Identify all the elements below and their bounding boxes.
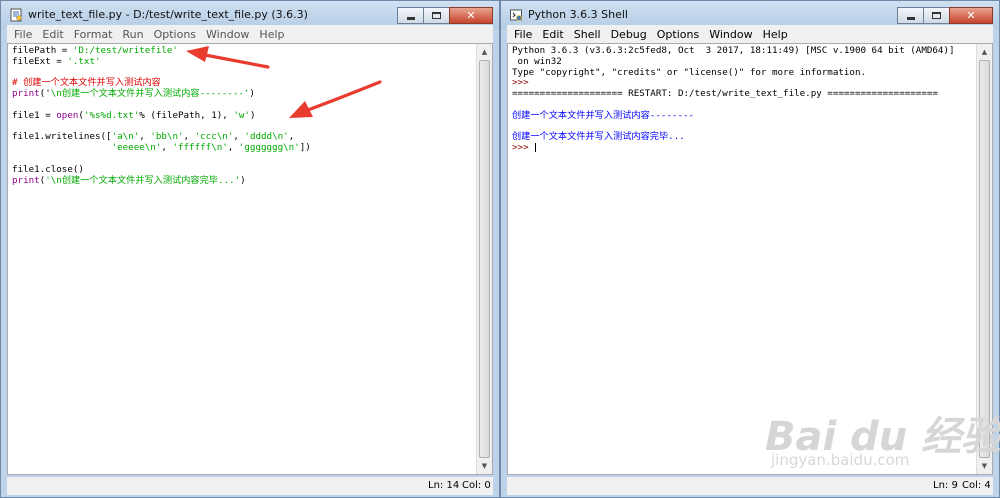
menu-help[interactable]: Help — [254, 28, 289, 41]
code-token: , — [139, 131, 151, 143]
code-string: '%s%d.txt' — [83, 109, 140, 121]
shell-banner-line: on win32 — [512, 55, 562, 67]
minimize-icon — [906, 16, 915, 20]
menu-debug[interactable]: Debug — [606, 28, 652, 41]
scroll-up-icon[interactable]: ▲ — [977, 44, 992, 60]
minimize-button[interactable] — [897, 7, 924, 24]
menu-shell[interactable]: Shell — [569, 28, 606, 41]
baidu-jingyan-watermark: Bai du 经验 jingyan.baidu.com — [765, 404, 1000, 494]
column-number-status: Col: 0 — [462, 480, 491, 491]
code-token: , — [183, 131, 195, 143]
shell-caption-buttons: ✕ — [897, 7, 993, 24]
code-string: '\n创建一个文本文件并写入测试内容完毕...' — [45, 174, 241, 186]
code-string: 'ccc\n' — [194, 131, 234, 143]
code-token: , — [233, 131, 245, 143]
menu-window[interactable]: Window — [201, 28, 254, 41]
scroll-down-icon[interactable]: ▼ — [477, 458, 492, 474]
close-button[interactable]: ✕ — [449, 7, 493, 24]
menu-file[interactable]: File — [509, 28, 537, 41]
code-token: , — [161, 142, 173, 154]
code-token: file1.close() — [12, 163, 84, 175]
code-token: ) — [249, 109, 256, 121]
editor-text-area[interactable]: filePath = 'D:/test/writefile' fileExt =… — [7, 43, 493, 475]
line-number-status: Ln: 14 — [428, 480, 460, 491]
code-editor[interactable]: filePath = 'D:/test/writefile' fileExt =… — [8, 44, 476, 474]
close-button[interactable]: ✕ — [949, 7, 993, 24]
editor-title: write_text_file.py - D:/test/write_text_… — [28, 8, 308, 21]
scroll-up-icon[interactable]: ▲ — [477, 44, 492, 60]
editor-statusbar: Ln: 14 Col: 0 — [7, 477, 493, 495]
menu-options[interactable]: Options — [652, 28, 704, 41]
menu-window[interactable]: Window — [704, 28, 757, 41]
code-string: 'ffffff\n' — [172, 142, 228, 154]
maximize-button[interactable] — [923, 7, 950, 24]
menu-edit[interactable]: Edit — [537, 28, 568, 41]
code-line-10: 'eeeee\n', 'ffffff\n', 'ggggggg\n']) — [12, 142, 476, 154]
shell-output-line: 创建一个文本文件并写入测试内容完毕... — [512, 131, 685, 143]
close-icon: ✕ — [966, 9, 976, 22]
menu-run[interactable]: Run — [118, 28, 149, 41]
menu-format[interactable]: Format — [69, 28, 118, 41]
shell-output-line: 创建一个文本文件并写入测试内容-------- — [512, 109, 695, 121]
editor-window: write_text_file.py - D:/test/write_text_… — [0, 0, 500, 498]
code-string: '.txt' — [67, 55, 101, 67]
maximize-button[interactable] — [423, 7, 450, 24]
code-token: fileExt = — [12, 55, 68, 67]
menu-options[interactable]: Options — [149, 28, 201, 41]
shell-input-line[interactable]: >>> — [512, 142, 976, 154]
code-token: file1.writelines([ — [12, 131, 112, 143]
maximize-icon — [932, 12, 941, 19]
code-token: ) — [240, 174, 246, 186]
shell-prompt: >>> — [512, 142, 535, 154]
code-token: ]) — [299, 142, 311, 154]
code-token: , — [227, 142, 239, 154]
menu-file[interactable]: File — [9, 28, 37, 41]
code-token: % (filePath, 1), — [139, 109, 234, 121]
code-line-7: file1 = open('%s%d.txt'% (filePath, 1), … — [12, 109, 476, 122]
menu-help[interactable]: Help — [758, 28, 793, 41]
code-string: 'D:/test/writefile' — [72, 45, 178, 56]
code-string: 'dddd\n' — [244, 131, 289, 143]
editor-menubar: File Edit Format Run Options Window Help — [7, 25, 493, 43]
code-string: 'eeeee\n' — [111, 142, 162, 154]
code-token: (' — [39, 88, 51, 100]
shell-banner-line: Python 3.6.3 (v3.6.3:2c5fed8, Oct 3 2017… — [512, 45, 955, 56]
idle-editor-icon — [10, 8, 22, 22]
code-token: file1 = — [12, 109, 57, 121]
editor-scrollbar[interactable]: ▲ ▼ — [476, 44, 492, 474]
shell-banner-line: Type "copyright", "credits" or "license(… — [512, 66, 867, 78]
scroll-thumb[interactable] — [979, 60, 990, 458]
scroll-thumb[interactable] — [479, 60, 490, 458]
code-string: 'a\n' — [111, 131, 140, 143]
editor-caption-buttons: ✕ — [397, 7, 493, 24]
watermark-url: jingyan.baidu.com — [771, 451, 910, 469]
code-string: 'ggggggg\n' — [238, 142, 300, 154]
close-icon: ✕ — [466, 9, 476, 22]
python-shell-icon — [510, 9, 522, 21]
minimize-icon — [406, 16, 415, 20]
text-cursor — [535, 143, 537, 153]
shell-restart-line: ==================== RESTART: D:/test/wr… — [512, 88, 938, 100]
code-token: filePath = — [12, 45, 73, 56]
shell-menubar: File Edit Shell Debug Options Window Hel… — [507, 25, 993, 43]
code-token: , — [288, 131, 295, 143]
code-builtin: print — [12, 174, 40, 186]
minimize-button[interactable] — [397, 7, 424, 24]
maximize-icon — [432, 12, 441, 19]
code-line-2: fileExt = '.txt' — [12, 55, 476, 68]
menu-edit[interactable]: Edit — [37, 28, 68, 41]
code-line-13: print('\n创建一个文本文件并写入测试内容完毕...') — [12, 174, 476, 187]
code-builtin: open — [56, 109, 79, 121]
code-string: \n创建一个文本文件并写入测试内容--------' — [50, 88, 250, 100]
shell-title: Python 3.6.3 Shell — [528, 8, 628, 21]
code-string: 'w' — [233, 109, 250, 121]
code-token: ) — [249, 88, 255, 100]
code-string: 'bb\n' — [150, 131, 184, 143]
code-line-5: print('\n创建一个文本文件并写入测试内容--------') — [12, 88, 476, 100]
code-comment: # 创建一个文本文件并写入测试内容 — [12, 77, 161, 89]
code-builtin: print — [12, 88, 40, 100]
